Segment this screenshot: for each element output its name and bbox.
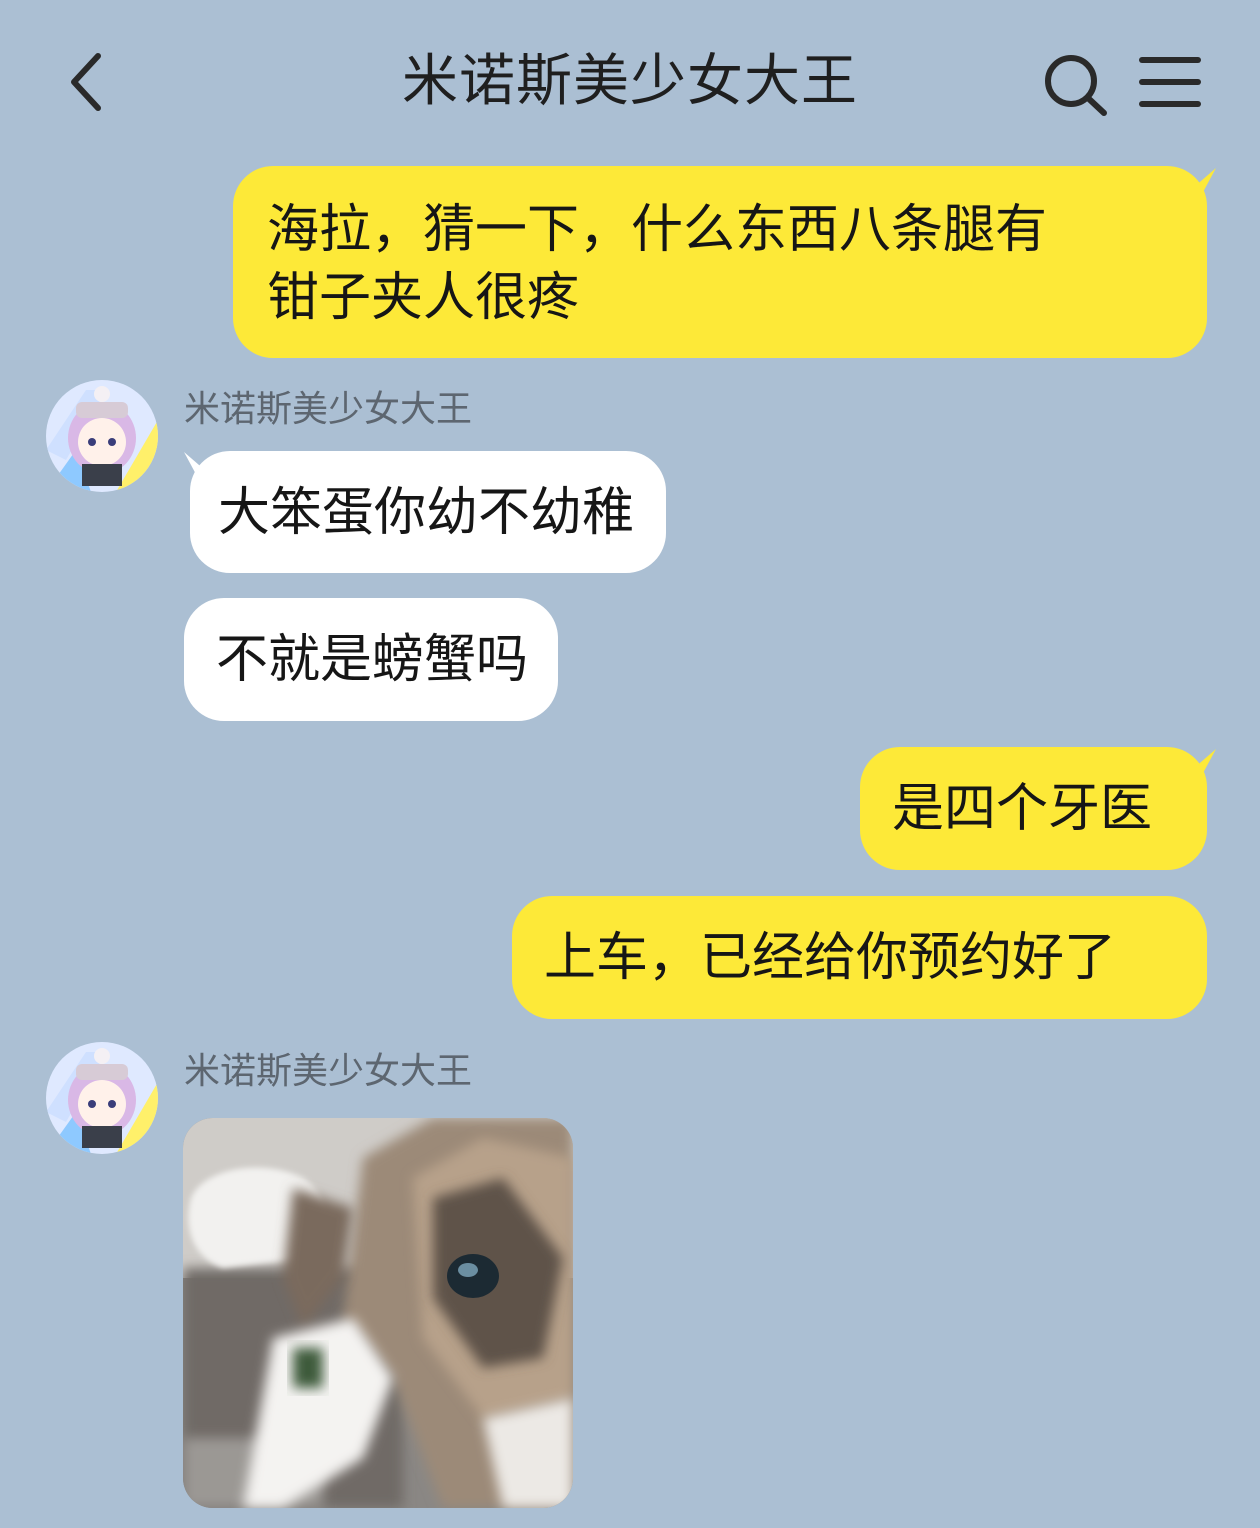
- message-bubble-mine[interactable]: 海拉，猜一下，什么东西八条腿有 钳子夹人很疼: [233, 166, 1207, 358]
- sender-name: 米诺斯美少女大王: [184, 1051, 473, 1092]
- menu-icon: [1139, 57, 1201, 107]
- anime-girl-avatar-image: [46, 1042, 158, 1154]
- avatar[interactable]: [46, 380, 158, 492]
- chat-header: 米诺斯美少女大王: [0, 0, 1260, 165]
- cat-photo: [183, 1118, 573, 1508]
- search-button[interactable]: [1040, 50, 1112, 118]
- message-text: 上车，已经给你预约好了: [544, 928, 1117, 988]
- message-text: 大笨蛋你幼不幼稚: [218, 483, 635, 543]
- anime-girl-avatar-image: [46, 380, 158, 492]
- message-bubble-theirs[interactable]: 大笨蛋你幼不幼稚: [190, 451, 667, 573]
- message-bubble-mine[interactable]: 是四个牙医: [860, 747, 1207, 870]
- message-text: 不就是螃蟹吗: [216, 630, 529, 690]
- bubble-tail: [184, 452, 214, 478]
- message-bubble-mine[interactable]: 上车，已经给你预约好了: [512, 896, 1207, 1019]
- message-line: 海拉，猜一下，什么东西八条腿有: [267, 200, 1048, 260]
- avatar[interactable]: [46, 1042, 158, 1154]
- bubble-tail: [1186, 749, 1216, 775]
- message-bubble-theirs[interactable]: 不就是螃蟹吗: [184, 598, 559, 721]
- bubble-tail: [1186, 168, 1216, 194]
- message-text: 是四个牙医: [892, 779, 1153, 839]
- search-icon: [1045, 55, 1107, 116]
- message-line: 钳子夹人很疼: [267, 268, 580, 328]
- image-message[interactable]: [183, 1118, 573, 1508]
- menu-button[interactable]: [1138, 52, 1202, 112]
- sender-name: 米诺斯美少女大王: [184, 389, 473, 430]
